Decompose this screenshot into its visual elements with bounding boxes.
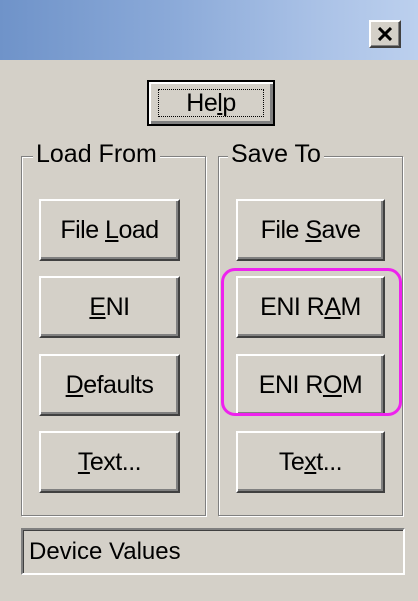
text-save-button[interactable]: Text... bbox=[236, 431, 385, 493]
defaults-label: Defaults bbox=[65, 370, 154, 399]
file-save-label: File Save bbox=[260, 215, 361, 244]
eni-rom-button[interactable]: ENI ROM bbox=[236, 354, 385, 416]
help-label: Help bbox=[186, 88, 236, 117]
close-button[interactable] bbox=[369, 20, 401, 48]
close-x-icon bbox=[378, 27, 392, 41]
text-load-label: Text... bbox=[77, 447, 142, 476]
help-button[interactable]: Help bbox=[147, 80, 275, 126]
eni-rom-label: ENI ROM bbox=[258, 370, 363, 399]
file-save-button[interactable]: File Save bbox=[236, 199, 385, 261]
text-save-label: Text... bbox=[278, 447, 343, 476]
dialog-window: Help Load From File Load ENI Defaults Te… bbox=[0, 0, 418, 601]
load-from-title: Load From bbox=[33, 140, 160, 169]
eni-load-label: ENI bbox=[89, 292, 130, 321]
defaults-button[interactable]: Defaults bbox=[39, 354, 180, 416]
save-to-title: Save To bbox=[228, 140, 324, 169]
text-load-button[interactable]: Text... bbox=[39, 431, 180, 493]
eni-ram-button[interactable]: ENI RAM bbox=[236, 276, 385, 338]
status-text: Device Values bbox=[29, 537, 181, 565]
file-load-label: File Load bbox=[60, 215, 159, 244]
file-load-button[interactable]: File Load bbox=[39, 199, 180, 261]
status-field: Device Values bbox=[21, 528, 405, 575]
title-bar[interactable] bbox=[0, 0, 418, 60]
eni-ram-label: ENI RAM bbox=[260, 292, 361, 321]
eni-load-button[interactable]: ENI bbox=[39, 276, 180, 338]
